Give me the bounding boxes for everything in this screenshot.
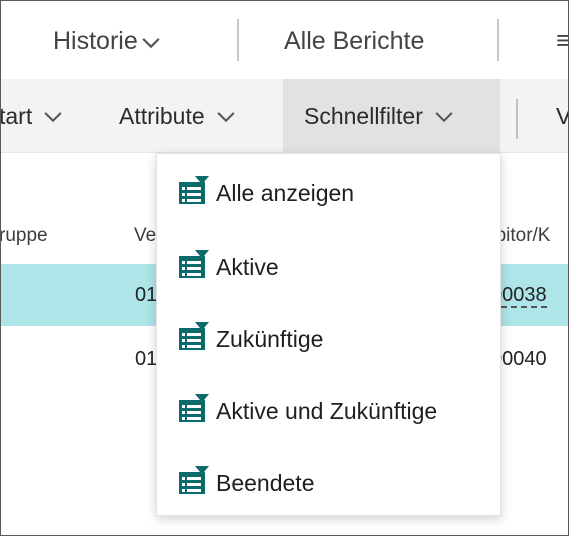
quick-filter-menu-button[interactable]: Schnellfilter bbox=[283, 79, 500, 153]
menu-item-label: Aktive bbox=[216, 254, 279, 280]
start-label: tart bbox=[0, 102, 33, 129]
column-header[interactable]: Ve bbox=[134, 225, 156, 247]
filter-list-icon bbox=[179, 250, 209, 278]
menu-item-future[interactable]: Zukünftige bbox=[157, 312, 500, 368]
menu-item-show-all[interactable]: Alle anzeigen bbox=[157, 166, 500, 222]
window-frame: Historie Alle Berichte ≡ tart Attribute … bbox=[0, 0, 569, 536]
menu-item-ended[interactable]: Beendete bbox=[157, 456, 500, 512]
table-cell: 01 bbox=[135, 284, 158, 306]
filter-list-icon bbox=[179, 466, 209, 494]
filter-list-icon bbox=[179, 322, 209, 350]
menu-item-active-and-future[interactable]: Aktive und Zukünftige bbox=[157, 384, 500, 440]
menu-item-active[interactable]: Aktive bbox=[157, 240, 500, 296]
quick-filter-dropdown: Alle anzeigen Aktive Zukünftige Aktive u… bbox=[156, 153, 501, 516]
chevron-down-icon bbox=[435, 112, 453, 123]
next-action-label: V bbox=[556, 103, 568, 130]
quick-filter-label: Schnellfilter bbox=[304, 102, 423, 129]
chevron-down-icon bbox=[142, 37, 160, 48]
menu-item-label: Aktive und Zukünftige bbox=[216, 398, 438, 424]
attribute-label: Attribute bbox=[119, 102, 205, 129]
action-separator bbox=[516, 99, 518, 139]
more-menu-glyph: ≡ bbox=[556, 25, 568, 56]
chevron-down-icon bbox=[44, 112, 62, 123]
table-cell: 01 bbox=[135, 348, 158, 370]
history-menu[interactable]: Historie bbox=[53, 27, 162, 56]
top-separator bbox=[237, 19, 239, 61]
menu-item-label: Zukünftige bbox=[216, 326, 324, 352]
history-label: Historie bbox=[53, 27, 138, 55]
next-action-button[interactable]: V bbox=[556, 79, 568, 153]
start-menu-button[interactable]: tart bbox=[0, 79, 64, 153]
more-menu-icon[interactable]: ≡ bbox=[556, 25, 568, 56]
filter-list-icon bbox=[179, 394, 209, 422]
top-separator bbox=[497, 19, 499, 61]
column-header[interactable]: ruppe bbox=[1, 225, 48, 247]
action-bar: tart Attribute Schnellfilter V bbox=[1, 79, 568, 153]
chevron-down-icon bbox=[217, 112, 235, 123]
all-reports-label: Alle Berichte bbox=[284, 27, 425, 55]
filter-list-icon bbox=[179, 176, 209, 204]
menu-item-label: Beendete bbox=[216, 470, 315, 496]
top-navigation-bar: Historie Alle Berichte ≡ bbox=[1, 1, 568, 79]
menu-item-label: Alle anzeigen bbox=[216, 180, 355, 206]
all-reports-link[interactable]: Alle Berichte bbox=[284, 27, 424, 56]
attribute-menu-button[interactable]: Attribute bbox=[119, 79, 237, 153]
